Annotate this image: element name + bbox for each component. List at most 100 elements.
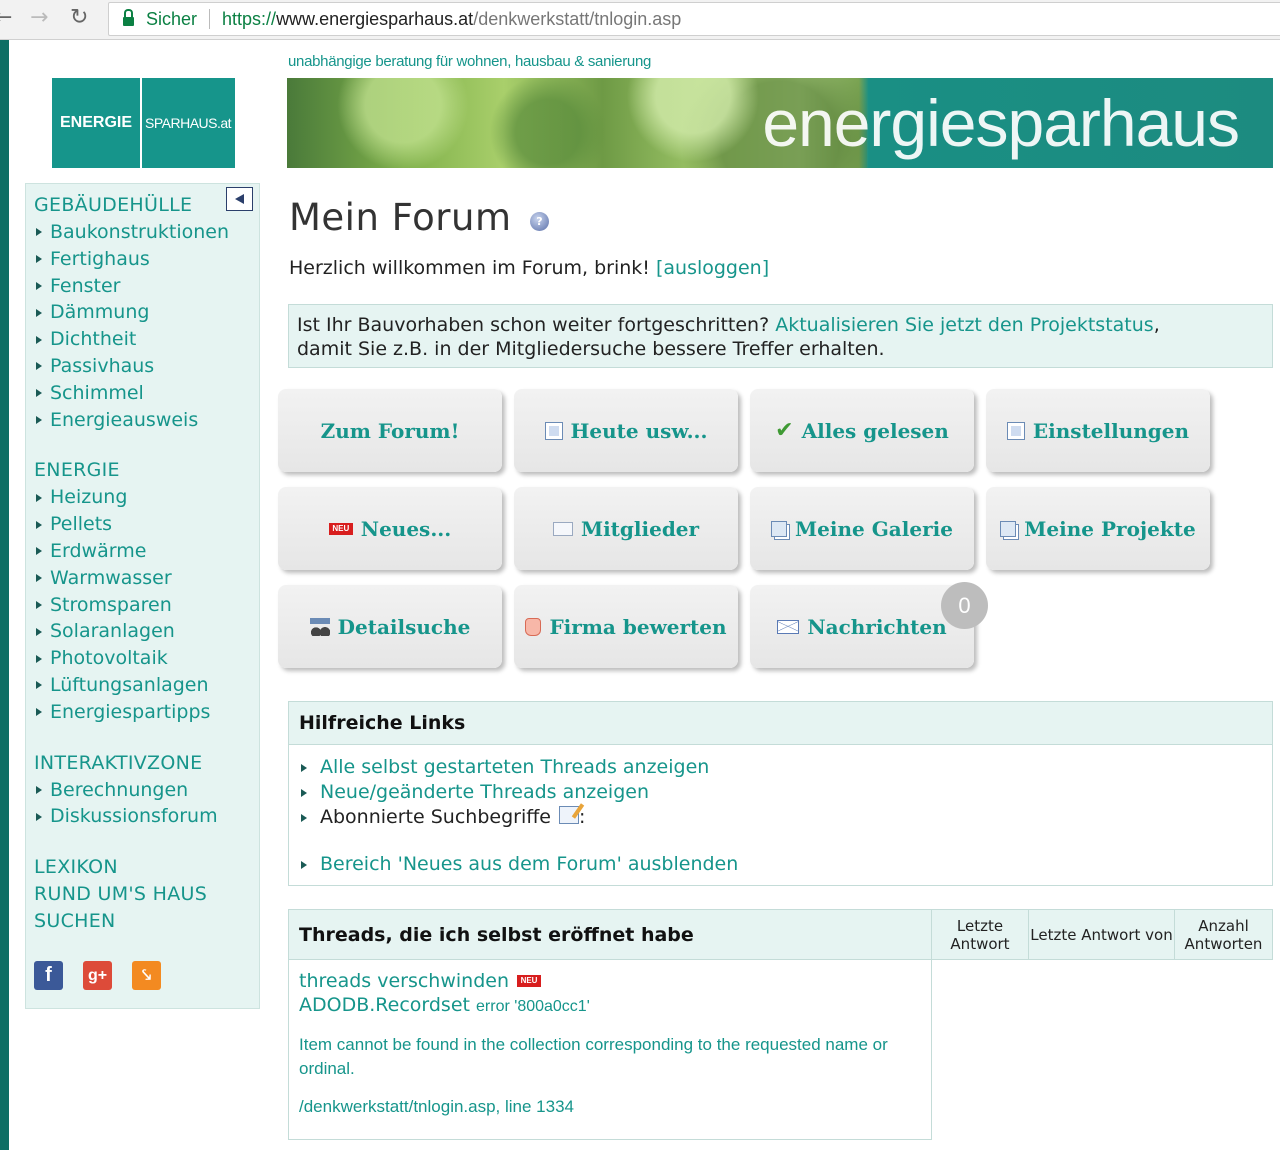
sidebar-link-rund-ums-haus[interactable]: RUND UM'S HAUS bbox=[34, 881, 259, 908]
sidebar-item-stromsparen[interactable]: Stromsparen bbox=[34, 592, 259, 619]
new-badge-icon: NEU bbox=[328, 522, 353, 535]
button-label: Einstellungen bbox=[1032, 418, 1190, 443]
sidebar-item-fenster[interactable]: Fenster bbox=[34, 273, 259, 300]
edit-pencil-icon[interactable] bbox=[559, 805, 579, 824]
link-hide-news-section[interactable]: Bereich 'Neues aus dem Forum' ausblenden bbox=[299, 852, 1272, 877]
reload-icon[interactable]: ↻ bbox=[70, 6, 88, 30]
bullet-triangle-icon bbox=[36, 335, 42, 344]
sidebar-item-label: Baukonstruktionen bbox=[50, 221, 230, 243]
sidebar-item-baukonstruktionen[interactable]: Baukonstruktionen bbox=[34, 219, 259, 246]
detailsuche-button[interactable]: Detailsuche bbox=[278, 585, 502, 668]
table-row: threads verschwinden NEU ADODB.Recordset… bbox=[288, 960, 932, 1140]
sidebar-link-lexikon[interactable]: LEXIKON bbox=[34, 854, 259, 881]
page-title: Mein Forum bbox=[289, 196, 512, 239]
sidebar-section-energie[interactable]: ENERGIE bbox=[34, 457, 259, 484]
firma-bewerten-button[interactable]: Firma bewerten bbox=[514, 585, 738, 668]
error-source: ADODB.Recordset bbox=[299, 994, 470, 1016]
sidebar-section-interaktivzone[interactable]: INTERAKTIVZONE bbox=[34, 750, 259, 777]
sidebar-item-warmwasser[interactable]: Warmwasser bbox=[34, 565, 259, 592]
browser-toolbar: ← → ↻ Sicher https://www.energiesparhaus… bbox=[0, 0, 1280, 40]
bullet-triangle-icon bbox=[36, 708, 42, 717]
sidebar-item-label: Energiespartipps bbox=[50, 700, 211, 723]
sidebar-item-daemmung[interactable]: Dämmung bbox=[34, 299, 259, 326]
bullet-triangle-icon bbox=[36, 520, 42, 529]
bullet-triangle-icon bbox=[301, 788, 307, 797]
edit-icon bbox=[1006, 421, 1025, 440]
button-label: Meine Projekte bbox=[1024, 516, 1196, 541]
bullet-triangle-icon bbox=[36, 415, 42, 424]
sidebar-item-lueftungsanlagen[interactable]: Lüftungsanlagen bbox=[34, 672, 259, 699]
address-bar[interactable]: Sicher https://www.energiesparhaus.at/de… bbox=[108, 2, 1280, 36]
sidebar-nav: GEBÄUDEHÜLLE Baukonstruktionen Fertighau… bbox=[25, 183, 260, 1009]
sidebar-item-label: Dichtheit bbox=[50, 328, 137, 351]
bullet-triangle-icon bbox=[36, 812, 42, 821]
sidebar-item-label: Erdwärme bbox=[50, 539, 147, 562]
sidebar-item-passivhaus[interactable]: Passivhaus bbox=[34, 353, 259, 380]
sidebar-item-photovoltaik[interactable]: Photovoltaik bbox=[34, 645, 259, 672]
link-all-own-threads[interactable]: Alle selbst gestarteten Threads anzeigen bbox=[299, 755, 1272, 780]
sidebar-item-diskussionsforum[interactable]: Diskussionsforum bbox=[34, 803, 259, 830]
sidebar-item-berechnungen[interactable]: Berechnungen bbox=[34, 777, 259, 804]
bullet-triangle-icon bbox=[301, 763, 307, 772]
nachrichten-button[interactable]: Nachrichten bbox=[750, 585, 974, 668]
thumbs-up-icon bbox=[525, 617, 542, 636]
sidebar-item-heizung[interactable]: Heizung bbox=[34, 484, 259, 511]
neues-button[interactable]: NEU Neues... bbox=[278, 487, 502, 570]
button-label: Firma bewerten bbox=[549, 614, 727, 639]
secure-label: Sicher bbox=[146, 8, 198, 29]
update-project-status-link[interactable]: Aktualisieren Sie jetzt den Projektstatu… bbox=[775, 314, 1153, 336]
logout-link[interactable]: [ausloggen] bbox=[656, 257, 769, 279]
bullet-triangle-icon bbox=[301, 813, 307, 822]
sidebar-item-erdwaerme[interactable]: Erdwärme bbox=[34, 538, 259, 565]
google-plus-icon[interactable]: g+ bbox=[83, 961, 112, 991]
sidebar-item-label: Pellets bbox=[50, 513, 113, 536]
link-label: Neue/geänderte Threads anzeigen bbox=[320, 781, 650, 803]
einstellungen-button[interactable]: Einstellungen bbox=[986, 389, 1210, 472]
heute-usw-button[interactable]: Heute usw... bbox=[514, 389, 738, 472]
bullet-triangle-icon bbox=[36, 281, 42, 290]
social-links: f g+ ⤥ bbox=[34, 961, 259, 991]
error-location: /denkwerkstatt/tnlogin.asp, line 1334 bbox=[299, 1097, 575, 1116]
sidebar-item-label: Energieausweis bbox=[50, 408, 199, 431]
sidebar-item-fertighaus[interactable]: Fertighaus bbox=[34, 246, 259, 273]
back-arrow-icon[interactable]: ← bbox=[0, 6, 12, 30]
sidebar-item-energiespartipps[interactable]: Energiespartipps bbox=[34, 699, 259, 726]
zum-forum-button[interactable]: Zum Forum! bbox=[278, 389, 502, 472]
sidebar-item-label: Passivhaus bbox=[50, 354, 155, 377]
helpful-links-list: Alle selbst gestarteten Threads anzeigen… bbox=[289, 745, 1272, 877]
sidebar-item-label: Solaranlagen bbox=[50, 620, 175, 643]
page-left-stripe bbox=[0, 40, 9, 1150]
sidebar-link-suchen[interactable]: SUCHEN bbox=[34, 908, 259, 935]
sidebar-item-solaranlagen[interactable]: Solaranlagen bbox=[34, 618, 259, 645]
link-new-changed-threads[interactable]: Neue/geänderte Threads anzeigen bbox=[299, 780, 1272, 805]
collapse-sidebar-icon[interactable] bbox=[226, 187, 253, 211]
rss-icon[interactable]: ⤥ bbox=[132, 961, 161, 991]
welcome-text: Herzlich willkommen im Forum, brink! bbox=[289, 257, 650, 279]
forward-arrow-icon[interactable]: → bbox=[30, 6, 48, 30]
helpful-links-title: Hilfreiche Links bbox=[289, 702, 1272, 745]
help-icon[interactable]: ? bbox=[530, 212, 549, 231]
button-label: Zum Forum! bbox=[320, 418, 460, 443]
sidebar-item-dichtheit[interactable]: Dichtheit bbox=[34, 326, 259, 353]
sidebar-item-schimmel[interactable]: Schimmel bbox=[34, 380, 259, 407]
error-message: Item cannot be found in the collection c… bbox=[299, 1035, 888, 1078]
site-logo[interactable]: ENERGIE SPARHAUS.at bbox=[52, 78, 235, 168]
table-header: Threads, die ich selbst eröffnet habe Le… bbox=[288, 909, 1273, 960]
meine-galerie-button[interactable]: Meine Galerie bbox=[750, 487, 974, 570]
thread-link[interactable]: threads verschwinden NEU bbox=[299, 969, 921, 993]
alles-gelesen-button[interactable]: ✔ Alles gelesen bbox=[750, 389, 974, 472]
sidebar-item-pellets[interactable]: Pellets bbox=[34, 511, 259, 538]
bullet-triangle-icon bbox=[36, 785, 42, 794]
notice-comma: , bbox=[1153, 314, 1160, 336]
gallery-icon bbox=[771, 520, 788, 537]
facebook-icon[interactable]: f bbox=[34, 961, 63, 991]
mitglieder-button[interactable]: Mitglieder bbox=[514, 487, 738, 570]
binoculars-icon bbox=[309, 617, 330, 636]
meine-projekte-button[interactable]: Meine Projekte bbox=[986, 487, 1210, 570]
sidebar-item-energieausweis[interactable]: Energieausweis bbox=[34, 407, 259, 434]
button-label: Neues... bbox=[360, 516, 452, 541]
